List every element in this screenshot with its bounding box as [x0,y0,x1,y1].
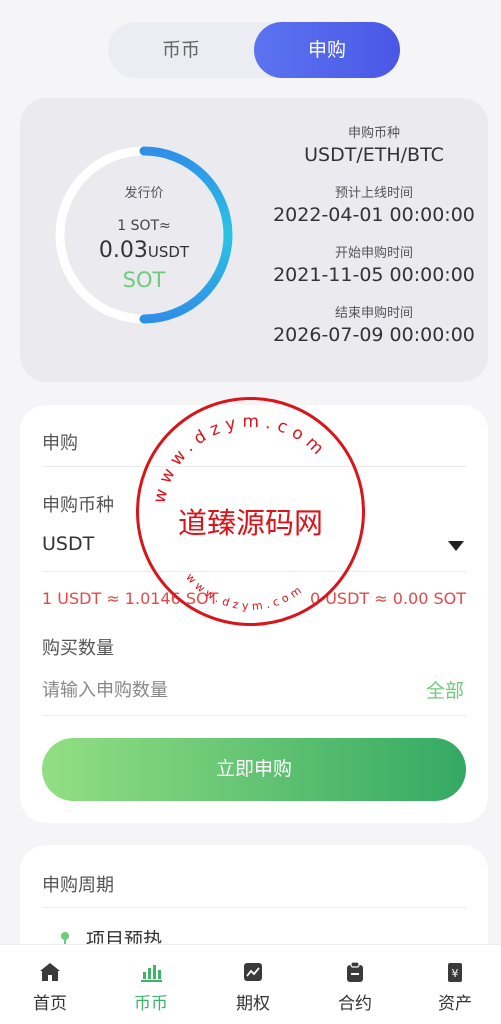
quantity-label: 购买数量 [42,638,114,659]
divider [42,907,466,908]
rate-right: 0 USDT ≈ 0.00 SOT [309,589,466,608]
price-unit: USDT [147,243,190,261]
rate-left: 1 USDT ≈ 1.0146 SOT [42,589,219,608]
caret-down-icon [448,541,464,551]
start-label: 开始申购时间 [334,246,413,261]
issue-price-label: 发行价 [124,186,164,201]
tab-label: 首页 [33,994,67,1014]
wallet-icon: ¥ [448,963,462,982]
launch-label: 预计上线时间 [334,186,413,201]
currency-select[interactable]: USDT [42,533,466,559]
bottom-tab-bar: 首页 币币 期权 合约 ¥ 资产 [0,944,501,1024]
end-info: 结束申购时间 2026-07-09 00:00:00 [245,302,501,346]
token-name: SOT [122,268,166,292]
end-label: 结束申购时间 [334,306,413,321]
currencies-label: 申购币种 [347,126,400,141]
bar-chart-icon [141,965,162,982]
svg-text:¥: ¥ [452,967,459,980]
start-info: 开始申购时间 2021-11-05 00:00:00 [245,242,501,286]
currency-value: USDT [42,533,95,555]
period-title: 申购周期 [42,875,114,896]
currencies-value: USDT/ETH/BTC [304,144,444,166]
segment-subscribe-tab[interactable]: 申购 [254,22,400,78]
tab-options[interactable]: 期权 [203,945,303,1024]
currency-label: 申购币种 [42,495,114,516]
divider [42,571,466,572]
segment-switch: 币币 申购 [108,22,400,78]
rate-line: 1 SOT≈ [117,218,171,234]
home-icon [40,963,60,981]
end-value: 2026-07-09 00:00:00 [273,324,475,346]
tab-label: 币币 [134,994,168,1014]
form-title: 申购 [42,433,78,454]
tab-label: 期权 [236,994,270,1014]
tab-coin[interactable]: 币币 [101,945,201,1024]
subscribe-form-card: 申购 申购币种 USDT 1 USDT ≈ 1.0146 SOT 0 USDT … [20,405,488,823]
segment-coin-tab[interactable]: 币币 [108,22,254,78]
divider [42,715,466,716]
currencies-info: 申购币种 USDT/ETH/BTC [245,122,501,166]
start-value: 2021-11-05 00:00:00 [273,264,475,286]
price-value: 0.03USDT [72,238,216,263]
subscribe-button[interactable]: 立即申购 [42,738,466,801]
tab-label: 合约 [338,994,372,1014]
tab-contract[interactable]: 合约 [305,945,405,1024]
quantity-input[interactable]: 请输入申购数量 全部 [42,676,466,702]
tab-label: 资产 [438,994,472,1014]
divider [42,466,466,467]
trend-icon [244,963,262,981]
rate-row: 1 USDT ≈ 1.0146 SOT 0 USDT ≈ 0.00 SOT [42,589,466,611]
launch-info: 预计上线时间 2022-04-01 00:00:00 [245,182,501,226]
tab-assets[interactable]: ¥ 资产 [405,945,501,1024]
quantity-placeholder: 请输入申购数量 [42,680,168,701]
contract-icon [347,961,363,982]
summary-card: 发行价 1 SOT≈ 0.03USDT SOT 申购币种 USDT/ETH/BT… [20,98,488,382]
tab-home[interactable]: 首页 [0,945,100,1024]
launch-value: 2022-04-01 00:00:00 [273,204,475,226]
progress-ring [55,146,233,324]
price-number: 0.03 [98,238,148,263]
all-button[interactable]: 全部 [426,676,464,703]
